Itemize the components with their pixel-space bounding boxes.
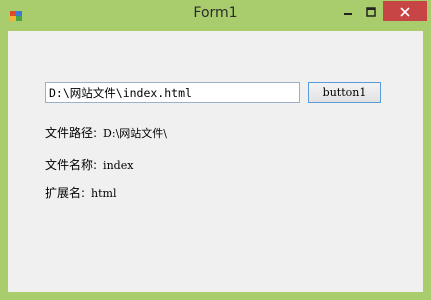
file-path-label: 文件路径: <box>45 126 98 140</box>
minimize-button[interactable] <box>336 1 360 21</box>
form-client-area: button1 文件路径: D:\网站文件\ 文件名称: index 扩展名: htm… <box>8 31 423 292</box>
path-input[interactable] <box>45 82 300 103</box>
title-bar[interactable]: Form1 <box>0 0 431 30</box>
extension-row: 扩展名: html <box>45 184 117 201</box>
maximize-button[interactable] <box>360 1 382 21</box>
maximize-icon <box>366 2 376 21</box>
extension-value: html <box>91 187 117 200</box>
file-path-row: 文件路径: D:\网站文件\ <box>45 124 167 141</box>
app-window: Form1 button1 文件路径: D:\网站文件\ 文件名称: index <box>0 0 431 300</box>
file-path-value: D:\网站文件\ <box>103 127 167 140</box>
extension-label: 扩展名: <box>45 186 86 200</box>
button1[interactable]: button1 <box>308 82 381 103</box>
close-icon <box>400 2 410 21</box>
file-name-value: index <box>103 159 134 172</box>
minimize-icon <box>343 2 353 21</box>
close-button[interactable] <box>383 1 427 21</box>
file-name-row: 文件名称: index <box>45 156 133 173</box>
file-name-label: 文件名称: <box>45 158 98 172</box>
